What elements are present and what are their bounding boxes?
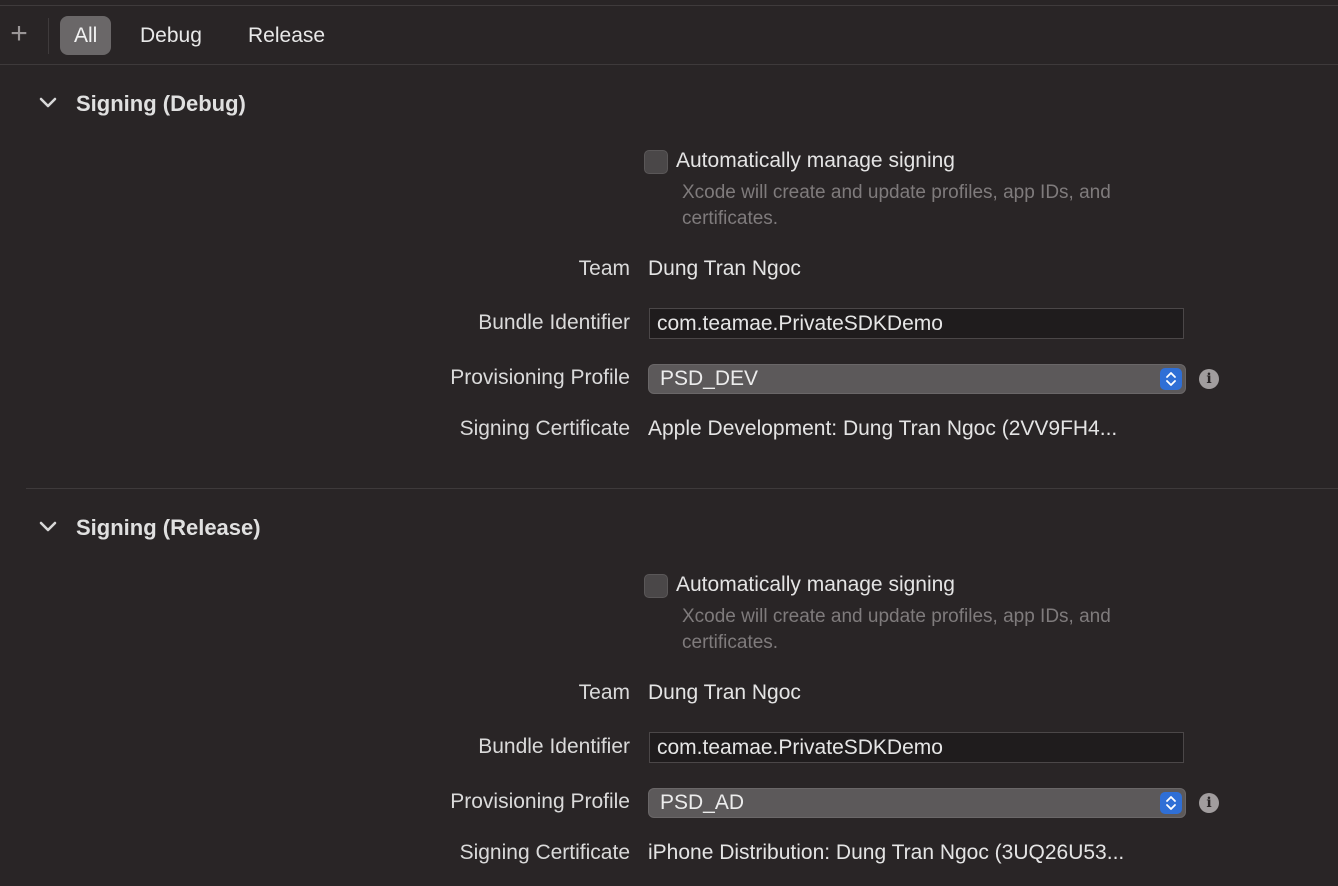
section-title: Signing (Debug) [76, 91, 246, 116]
bundle-identifier-label: Bundle Identifier [478, 311, 630, 334]
provisioning-profile-popup[interactable]: PSD_AD [648, 788, 1186, 818]
toolbar-separator [48, 18, 49, 54]
provisioning-profile-label: Provisioning Profile [450, 790, 630, 813]
provisioning-profile-popup[interactable]: PSD_DEV [648, 364, 1186, 394]
provisioning-profile-value: PSD_AD [660, 791, 745, 814]
auto-manage-signing-checkbox[interactable] [644, 574, 668, 598]
up-down-arrows-icon [1160, 368, 1182, 390]
team-value: Dung Tran Ngoc [648, 681, 801, 704]
auto-manage-signing-label[interactable]: Automatically manage signing [676, 573, 955, 597]
signing-certificate-label: Signing Certificate [459, 841, 630, 864]
team-label: Team [578, 681, 630, 704]
up-down-arrows-icon [1160, 792, 1182, 814]
auto-manage-signing-checkbox[interactable] [644, 150, 668, 174]
auto-manage-signing-label[interactable]: Automatically manage signing [676, 149, 955, 173]
tab-release[interactable]: Release [234, 16, 339, 55]
chevron-down-icon[interactable] [38, 517, 58, 537]
bundle-identifier-field[interactable]: com.teamae.PrivateSDKDemo [649, 732, 1184, 763]
auto-manage-help-text: Xcode will create and update profiles, a… [682, 182, 1111, 229]
bundle-identifier-label: Bundle Identifier [478, 735, 630, 758]
tab-all[interactable]: All [60, 16, 112, 55]
signing-certificate-label: Signing Certificate [459, 417, 630, 440]
provisioning-profile-label: Provisioning Profile [450, 366, 630, 389]
team-label: Team [578, 257, 630, 280]
bundle-identifier-field[interactable]: com.teamae.PrivateSDKDemo [649, 308, 1184, 339]
auto-manage-help-text: Xcode will create and update profiles, a… [682, 606, 1111, 653]
plus-icon[interactable]: + [6, 19, 32, 49]
signing-certificate-value: Apple Development: Dung Tran Ngoc (2VV9F… [648, 417, 1118, 440]
section-title: Signing (Release) [76, 515, 261, 540]
signing-certificate-value: iPhone Distribution: Dung Tran Ngoc (3UQ… [648, 841, 1125, 864]
info-icon[interactable]: i [1199, 793, 1219, 813]
chevron-down-icon[interactable] [38, 93, 58, 113]
configuration-toolbar: + All Debug Release [0, 6, 1338, 65]
section-divider [26, 488, 1338, 489]
team-value: Dung Tran Ngoc [648, 257, 801, 280]
tab-debug[interactable]: Debug [126, 16, 216, 55]
provisioning-profile-value: PSD_DEV [660, 367, 759, 390]
info-icon[interactable]: i [1199, 369, 1219, 389]
